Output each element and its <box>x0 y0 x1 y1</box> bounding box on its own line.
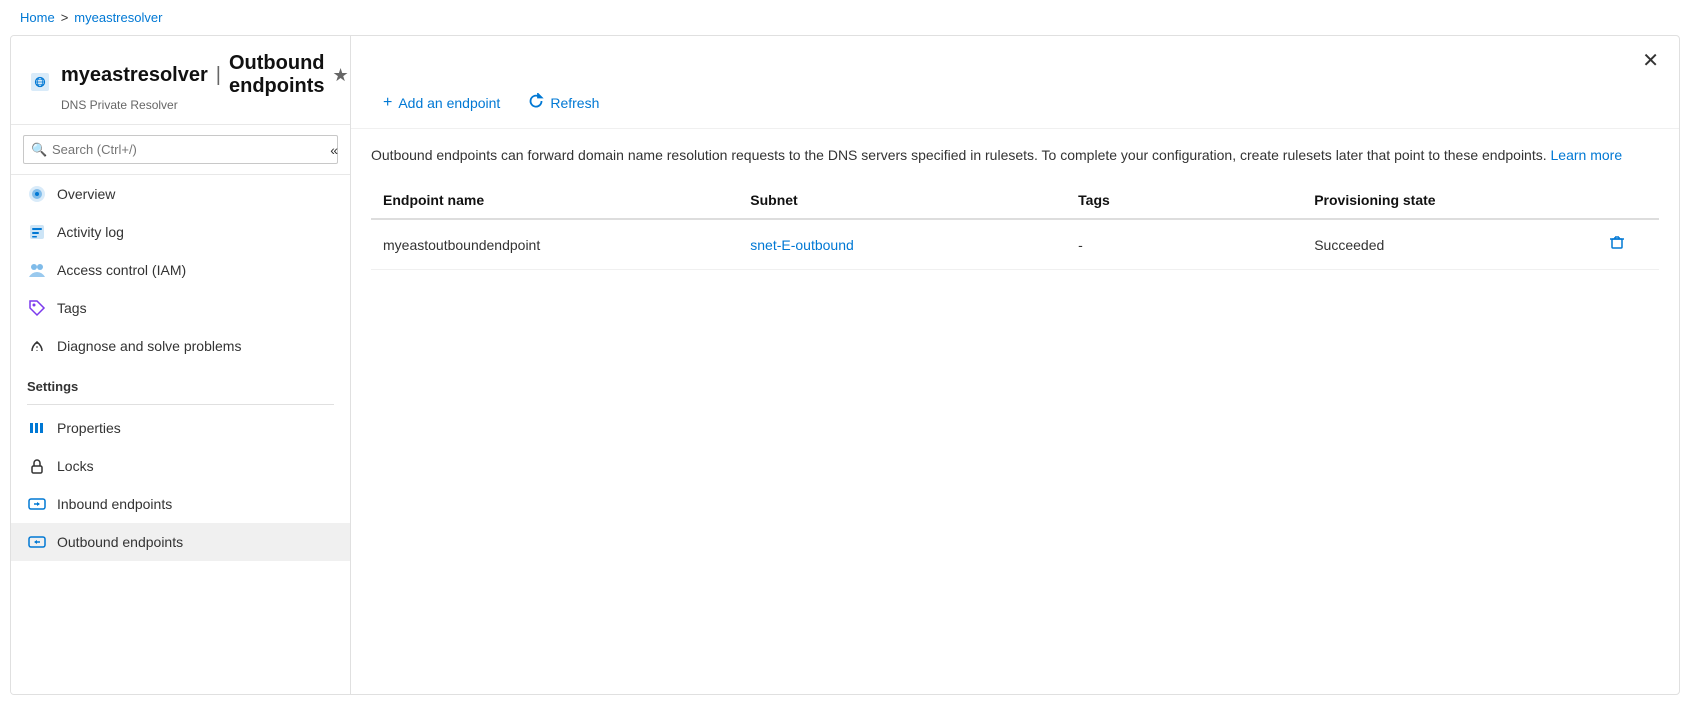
toolbar: + Add an endpoint Refresh <box>351 77 1679 129</box>
dns-resolver-icon <box>31 73 49 91</box>
outbound-endpoints-icon <box>27 532 47 552</box>
col-header-provisioning: Provisioning state <box>1302 182 1591 219</box>
sidebar: myeastresolver | Outbound endpoints ★ ··… <box>11 36 351 694</box>
sidebar-item-outbound-endpoints-label: Outbound endpoints <box>57 534 183 550</box>
table-row: myeastoutboundendpoint snet-E-outbound -… <box>371 219 1659 270</box>
sidebar-item-access-control[interactable]: Access control (IAM) <box>11 251 350 289</box>
col-header-subnet: Subnet <box>738 182 1066 219</box>
favorite-star-icon[interactable]: ★ <box>333 65 349 86</box>
sidebar-item-diagnose[interactable]: Diagnose and solve problems <box>11 327 350 365</box>
add-icon: + <box>383 94 392 112</box>
sidebar-item-overview-label: Overview <box>57 186 115 202</box>
actions-cell <box>1591 219 1659 270</box>
sidebar-item-activity-log-label: Activity log <box>57 224 124 240</box>
resource-name: myeastresolver <box>61 64 208 87</box>
access-control-icon <box>27 260 47 280</box>
subnet-link[interactable]: snet-E-outbound <box>750 237 854 253</box>
settings-section-label: Settings <box>11 365 350 400</box>
description-text: Outbound endpoints can forward domain na… <box>351 129 1679 182</box>
overview-icon <box>27 184 47 204</box>
sidebar-item-locks-label: Locks <box>57 458 94 474</box>
sidebar-item-inbound-endpoints[interactable]: Inbound endpoints <box>11 485 350 523</box>
properties-icon <box>27 418 47 438</box>
table-header: Endpoint name Subnet Tags Provisioning s… <box>371 182 1659 219</box>
inbound-endpoints-icon <box>27 494 47 514</box>
tags-cell: - <box>1066 219 1302 270</box>
sidebar-item-properties[interactable]: Properties <box>11 409 350 447</box>
close-button[interactable]: ✕ <box>1638 44 1663 77</box>
sidebar-nav: Overview Activity log Access control (IA… <box>11 175 350 561</box>
sidebar-item-overview[interactable]: Overview <box>11 175 350 213</box>
sidebar-item-inbound-endpoints-label: Inbound endpoints <box>57 496 172 512</box>
col-header-actions <box>1591 182 1659 219</box>
sidebar-item-activity-log[interactable]: Activity log <box>11 213 350 251</box>
col-header-name: Endpoint name <box>371 182 738 219</box>
delete-button[interactable] <box>1603 232 1631 257</box>
learn-more-link[interactable]: Learn more <box>1551 147 1623 163</box>
resource-subtitle: DNS Private Resolver <box>61 98 351 112</box>
refresh-icon <box>528 93 544 112</box>
tags-icon <box>27 298 47 318</box>
activity-log-icon <box>27 222 47 242</box>
locks-icon <box>27 456 47 476</box>
provisioning-state-cell: Succeeded <box>1302 219 1591 270</box>
main-content: ✕ + Add an endpoint Refresh Out <box>351 36 1679 694</box>
search-input[interactable] <box>23 135 338 164</box>
page-title: Outbound endpoints <box>229 52 325 98</box>
sidebar-item-outbound-endpoints[interactable]: Outbound endpoints <box>11 523 350 561</box>
table-body: myeastoutboundendpoint snet-E-outbound -… <box>371 219 1659 270</box>
resource-icon <box>31 64 49 100</box>
sidebar-item-tags-label: Tags <box>57 300 87 316</box>
breadcrumb-sep: > <box>61 10 69 25</box>
breadcrumb: Home > myeastresolver <box>0 0 1690 35</box>
sidebar-item-diagnose-label: Diagnose and solve problems <box>57 338 241 354</box>
endpoint-name-cell: myeastoutboundendpoint <box>371 219 738 270</box>
resource-header: myeastresolver | Outbound endpoints ★ ··… <box>11 36 350 125</box>
search-icon: 🔍 <box>31 142 47 158</box>
refresh-label: Refresh <box>550 95 599 111</box>
breadcrumb-resource[interactable]: myeastresolver <box>74 10 162 25</box>
sidebar-item-access-control-label: Access control (IAM) <box>57 262 186 278</box>
resource-title-area: myeastresolver | Outbound endpoints ★ ··… <box>61 52 351 112</box>
collapse-sidebar-button[interactable]: « <box>330 142 338 158</box>
add-endpoint-label: Add an endpoint <box>398 95 500 111</box>
endpoints-table-container: Endpoint name Subnet Tags Provisioning s… <box>351 182 1679 694</box>
refresh-button[interactable]: Refresh <box>516 87 611 118</box>
settings-divider <box>27 404 334 405</box>
breadcrumb-home[interactable]: Home <box>20 10 55 25</box>
sidebar-item-locks[interactable]: Locks <box>11 447 350 485</box>
sidebar-item-tags[interactable]: Tags <box>11 289 350 327</box>
sidebar-item-properties-label: Properties <box>57 420 121 436</box>
sidebar-search-container: 🔍 « <box>11 125 350 175</box>
col-header-tags: Tags <box>1066 182 1302 219</box>
endpoints-table: Endpoint name Subnet Tags Provisioning s… <box>371 182 1659 270</box>
add-endpoint-button[interactable]: + Add an endpoint <box>371 88 512 118</box>
diagnose-icon <box>27 336 47 356</box>
subnet-cell[interactable]: snet-E-outbound <box>738 219 1066 270</box>
